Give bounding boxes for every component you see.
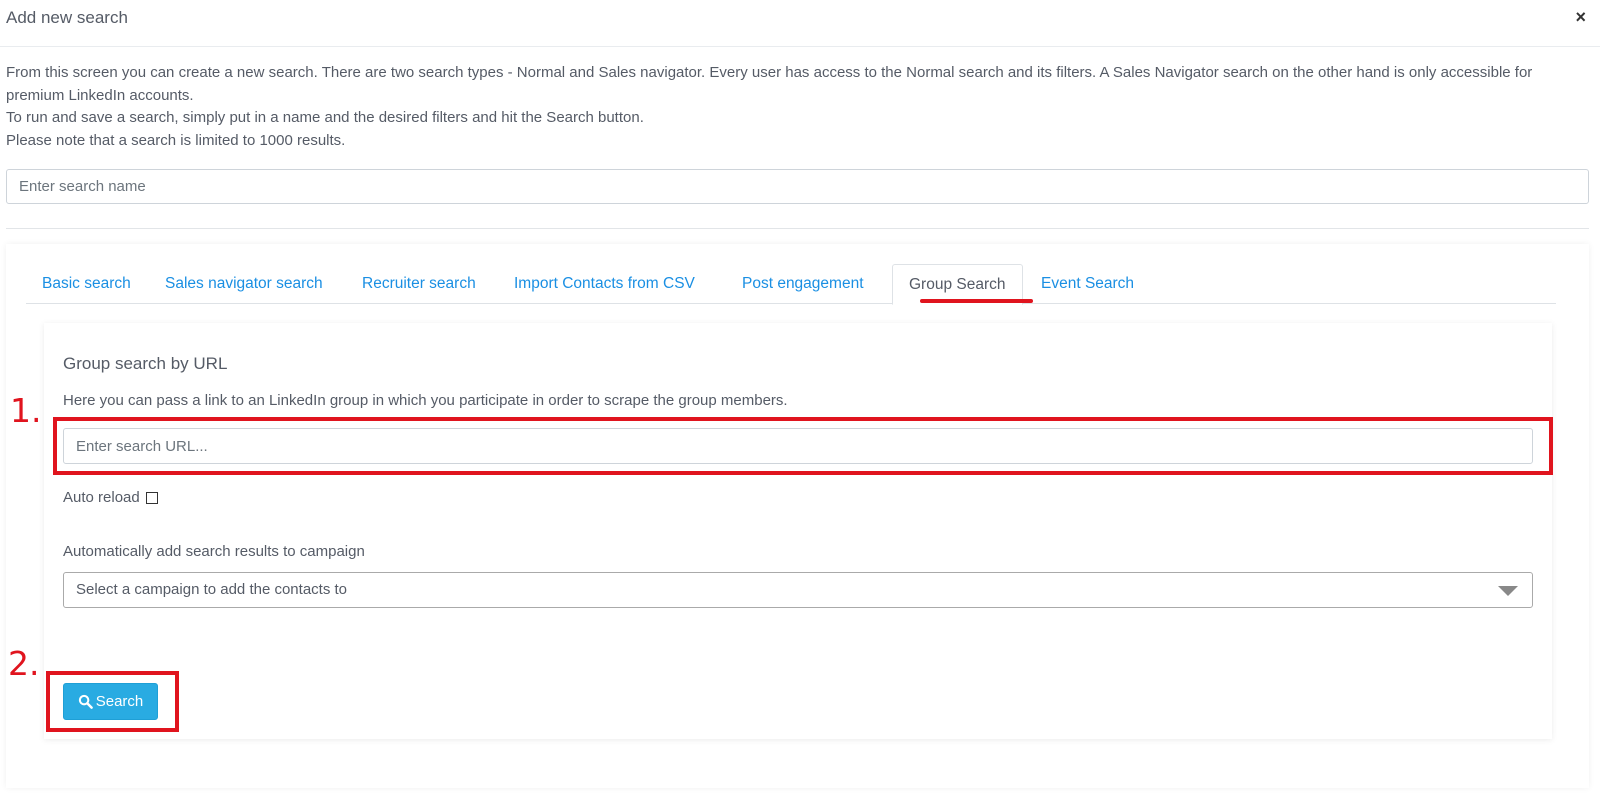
tab-import-contacts-csv[interactable]: Import Contacts from CSV (498, 264, 711, 304)
tab-event-search[interactable]: Event Search (1025, 264, 1150, 304)
divider (6, 228, 1589, 229)
section-description: Here you can pass a link to an LinkedIn … (63, 392, 788, 409)
caret-down-icon (1498, 586, 1518, 596)
active-tab-highlight (920, 299, 1033, 303)
annotation-marker-2: 2. (8, 644, 40, 683)
tab-post-engagement[interactable]: Post engagement (726, 264, 880, 304)
campaign-select[interactable]: Select a campaign to add the contacts to (63, 572, 1533, 608)
section-title: Group search by URL (63, 354, 228, 373)
annotation-marker-1: 1. (10, 391, 42, 430)
auto-reload-label: Auto reload (63, 489, 140, 506)
search-name-input[interactable] (6, 169, 1589, 204)
intro-line-3: Please note that a search is limited to … (6, 131, 346, 149)
intro-line-2: To run and save a search, simply put in … (6, 109, 644, 126)
tab-recruiter-search[interactable]: Recruiter search (346, 264, 492, 304)
modal-header: Add new search × (0, 0, 1600, 47)
annotation-highlight-search (46, 671, 179, 732)
auto-reload-row: Auto reload (63, 489, 158, 506)
intro-description: From this screen you can create a new se… (6, 62, 1591, 152)
campaign-label: Automatically add search results to camp… (63, 543, 365, 560)
annotation-highlight-url (53, 417, 1553, 475)
intro-line-1: From this screen you can create a new se… (6, 64, 1533, 104)
modal-title: Add new search (6, 8, 128, 27)
close-icon[interactable]: × (1575, 7, 1586, 28)
search-type-tabs: Basic search Sales navigator search Recr… (26, 264, 1556, 305)
campaign-select-placeholder: Select a campaign to add the contacts to (76, 581, 348, 598)
group-search-panel (44, 323, 1552, 739)
tab-sales-navigator-search[interactable]: Sales navigator search (149, 264, 339, 304)
auto-reload-checkbox[interactable] (145, 491, 158, 504)
tab-basic-search[interactable]: Basic search (26, 264, 147, 304)
